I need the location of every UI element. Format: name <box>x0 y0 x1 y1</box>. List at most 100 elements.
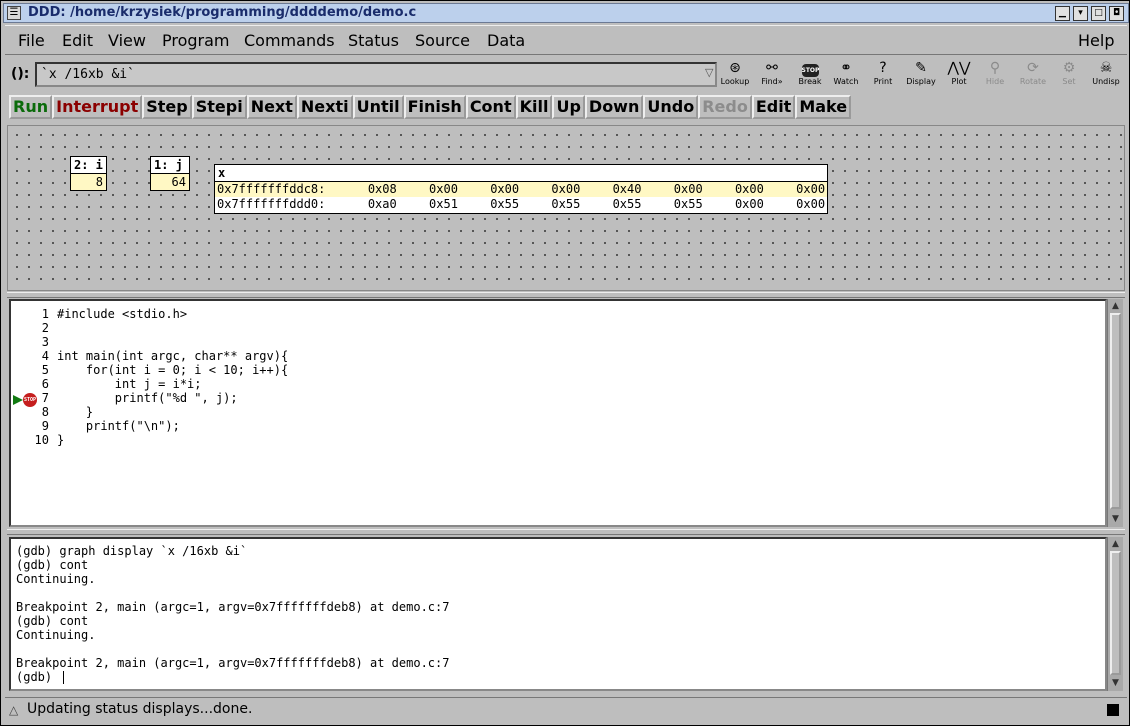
status-text: Updating status displays...done. <box>27 701 253 717</box>
make-button[interactable]: Make <box>795 95 852 119</box>
console-line: (gdb) cont <box>16 558 89 572</box>
question-icon: ? <box>879 60 887 76</box>
window-menu-icon[interactable]: ☰ <box>7 6 21 20</box>
memory-row: 0x7fffffffddd0: 0xa0 0x51 0x55 0x55 0x55… <box>217 197 826 211</box>
display-j-value: 64 <box>151 174 189 190</box>
ddd-window: ☰ DDD: /home/krzysiek/programming/ddddem… <box>0 0 1130 726</box>
menu-data[interactable]: Data <box>487 31 525 50</box>
scroll-down-icon[interactable]: ▼ <box>1109 514 1122 525</box>
binoculars-icon: ⚯ <box>766 60 778 76</box>
set-button[interactable]: ⚙ Set <box>1050 59 1088 91</box>
find-button[interactable]: ⚯ Find» <box>753 59 791 91</box>
close-icon[interactable]: ◘ <box>1109 6 1124 21</box>
console-line: Breakpoint 2, main (argc=1, argv=0x7ffff… <box>16 656 450 670</box>
interrupt-button[interactable]: Interrupt <box>52 95 143 119</box>
plot-button[interactable]: ⋀⋁ Plot <box>940 59 978 91</box>
scroll-down-icon[interactable]: ▼ <box>1109 678 1122 689</box>
argument-bar: (): `x /16xb &i` ▽ ⊛ Lookup ⚯ Find» STOP… <box>5 57 1127 93</box>
undisp-button[interactable]: ☠ Undisp <box>1087 59 1125 91</box>
maximize-icon[interactable]: □ <box>1091 6 1106 21</box>
display-button[interactable]: ✎ Display <box>902 59 940 91</box>
next-button[interactable]: Next <box>246 95 297 119</box>
menu-file[interactable]: File <box>18 31 45 50</box>
watch-button[interactable]: ⚭ Watch <box>827 59 865 91</box>
lookup-icon: ⊛ <box>729 60 741 76</box>
rotate-button[interactable]: ⟳ Rotate <box>1014 59 1052 91</box>
pane-sash[interactable] <box>7 529 1125 535</box>
menu-help[interactable]: Help <box>1078 31 1114 50</box>
cont-button[interactable]: Cont <box>465 95 516 119</box>
console-line: (gdb) cont <box>16 614 89 628</box>
memory-row: 0x7fffffffddc8: 0x08 0x00 0x00 0x00 0x40… <box>215 182 827 197</box>
down-button[interactable]: Down <box>584 95 644 119</box>
menu-commands[interactable]: Commands <box>244 31 335 50</box>
breakpoint-marker[interactable]: STOP <box>13 393 39 407</box>
scroll-up-icon[interactable]: ▲ <box>1109 539 1122 550</box>
display-icon: ✎ <box>915 60 927 76</box>
gear-icon: ⚙ <box>1062 60 1076 76</box>
display-i[interactable]: 2: i 8 <box>70 156 107 191</box>
plot-icon: ⋀⋁ <box>947 60 971 76</box>
source-scroll-thumb[interactable] <box>1110 313 1121 509</box>
source-pane[interactable]: 1 #include <stdio.h> 2 3 4 int main(int ar… <box>9 299 1107 527</box>
redo-button[interactable]: Redo <box>698 95 752 119</box>
menu-status[interactable]: Status <box>348 31 399 50</box>
step-button[interactable]: Step <box>142 95 192 119</box>
rotate-icon: ⟳ <box>1027 60 1039 76</box>
glasses-icon: ⚭ <box>840 60 852 76</box>
console-line: (gdb) graph display `x /16xb &i` <box>16 544 248 558</box>
console-line: Continuing. <box>16 572 96 586</box>
pane-sash[interactable] <box>7 292 1125 298</box>
stop-sign-icon: STOP <box>791 59 829 77</box>
execution-arrow-icon <box>13 395 23 405</box>
kill-button[interactable]: Kill <box>515 95 553 119</box>
display-j[interactable]: 1: j 64 <box>150 156 190 191</box>
minimize-icon[interactable]: ▁ <box>1055 6 1070 21</box>
console-line: Continuing. <box>16 628 96 642</box>
status-history-icon[interactable]: △ <box>9 703 18 717</box>
skull-icon: ☠ <box>1099 60 1113 76</box>
data-display-pane[interactable]: 2: i 8 1: j 64 x 0x7fffffffddc8: 0x08 0x… <box>7 125 1125 291</box>
argument-label: (): <box>11 66 30 82</box>
menu-bar: File Edit View Program Commands Status S… <box>5 25 1127 55</box>
console-prompt[interactable]: (gdb) <box>16 670 59 684</box>
display-x-memory[interactable]: x 0x7fffffffddc8: 0x08 0x00 0x00 0x00 0x… <box>214 164 828 214</box>
until-button[interactable]: Until <box>352 95 404 119</box>
command-tool-row: Run Interrupt Step Stepi Next Nexti Unti… <box>9 95 852 121</box>
break-button[interactable]: STOP Break <box>791 59 829 91</box>
shade-icon[interactable]: ▾ <box>1073 6 1088 21</box>
argument-field[interactable]: `x /16xb &i` <box>35 62 717 87</box>
status-bar: △ Updating status displays...done. <box>5 697 1127 721</box>
console-line: Breakpoint 2, main (argc=1, argv=0x7ffff… <box>16 600 450 614</box>
magnifier-icon: ⚲ <box>989 60 1001 76</box>
finish-button[interactable]: Finish <box>403 95 466 119</box>
up-button[interactable]: Up <box>552 95 585 119</box>
scroll-up-icon[interactable]: ▲ <box>1109 301 1122 312</box>
chevron-down-icon[interactable]: ▽ <box>705 66 713 79</box>
console-scrollbar[interactable]: ▲ ▼ <box>1107 537 1123 691</box>
edit-button[interactable]: Edit <box>751 95 796 119</box>
source-scrollbar[interactable]: ▲ ▼ <box>1107 299 1123 527</box>
display-j-header: 1: j <box>151 157 189 174</box>
menu-source[interactable]: Source <box>415 31 470 50</box>
lookup-button[interactable]: ⊛ Lookup <box>716 59 754 91</box>
nexti-button[interactable]: Nexti <box>296 95 353 119</box>
window-title: DDD: /home/krzysiek/programming/ddddemo/… <box>28 5 417 20</box>
stepi-button[interactable]: Stepi <box>191 95 247 119</box>
menu-edit[interactable]: Edit <box>62 31 93 50</box>
console-scroll-thumb[interactable] <box>1110 551 1121 675</box>
title-bar[interactable]: ☰ DDD: /home/krzysiek/programming/ddddem… <box>3 3 1129 23</box>
undo-button[interactable]: Undo <box>643 95 699 119</box>
display-i-value: 8 <box>71 174 106 190</box>
menu-program[interactable]: Program <box>162 31 230 50</box>
hide-button[interactable]: ⚲ Hide <box>976 59 1014 91</box>
text-cursor <box>63 671 64 684</box>
run-button[interactable]: Run <box>9 95 53 119</box>
display-i-header: 2: i <box>71 157 106 174</box>
menu-view[interactable]: View <box>108 31 146 50</box>
busy-indicator-icon <box>1107 704 1119 716</box>
print-button[interactable]: ? Print <box>864 59 902 91</box>
stop-sign-icon[interactable]: STOP <box>23 393 37 407</box>
display-x-header: x <box>215 165 827 182</box>
gdb-console[interactable]: (gdb) graph display `x /16xb &i` (gdb) c… <box>9 537 1107 691</box>
